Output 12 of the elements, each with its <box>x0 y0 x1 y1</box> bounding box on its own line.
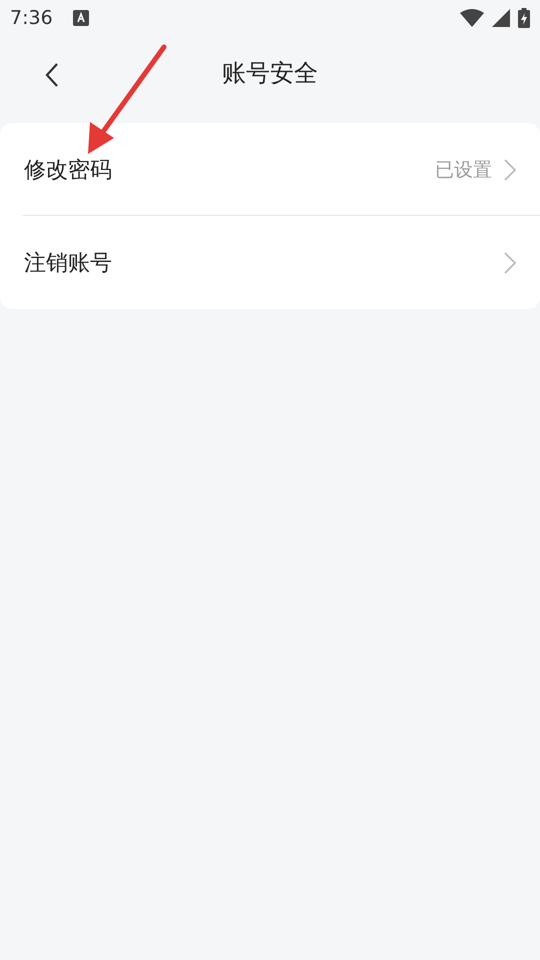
page-title: 账号安全 <box>222 58 318 89</box>
item-status: 已设置 <box>435 158 492 182</box>
wifi-icon <box>460 9 484 27</box>
settings-item[interactable]: 修改密码 <box>24 154 112 184</box>
chevron-icon <box>504 158 516 180</box>
notification-icon <box>72 10 89 26</box>
back-icon <box>45 62 59 88</box>
signal-icon <box>492 9 510 27</box>
chevron-icon <box>504 252 516 274</box>
battery-icon <box>518 8 530 28</box>
status-time: 7:36 <box>10 7 53 29</box>
settings-item[interactable]: 注销账号 <box>24 248 112 278</box>
